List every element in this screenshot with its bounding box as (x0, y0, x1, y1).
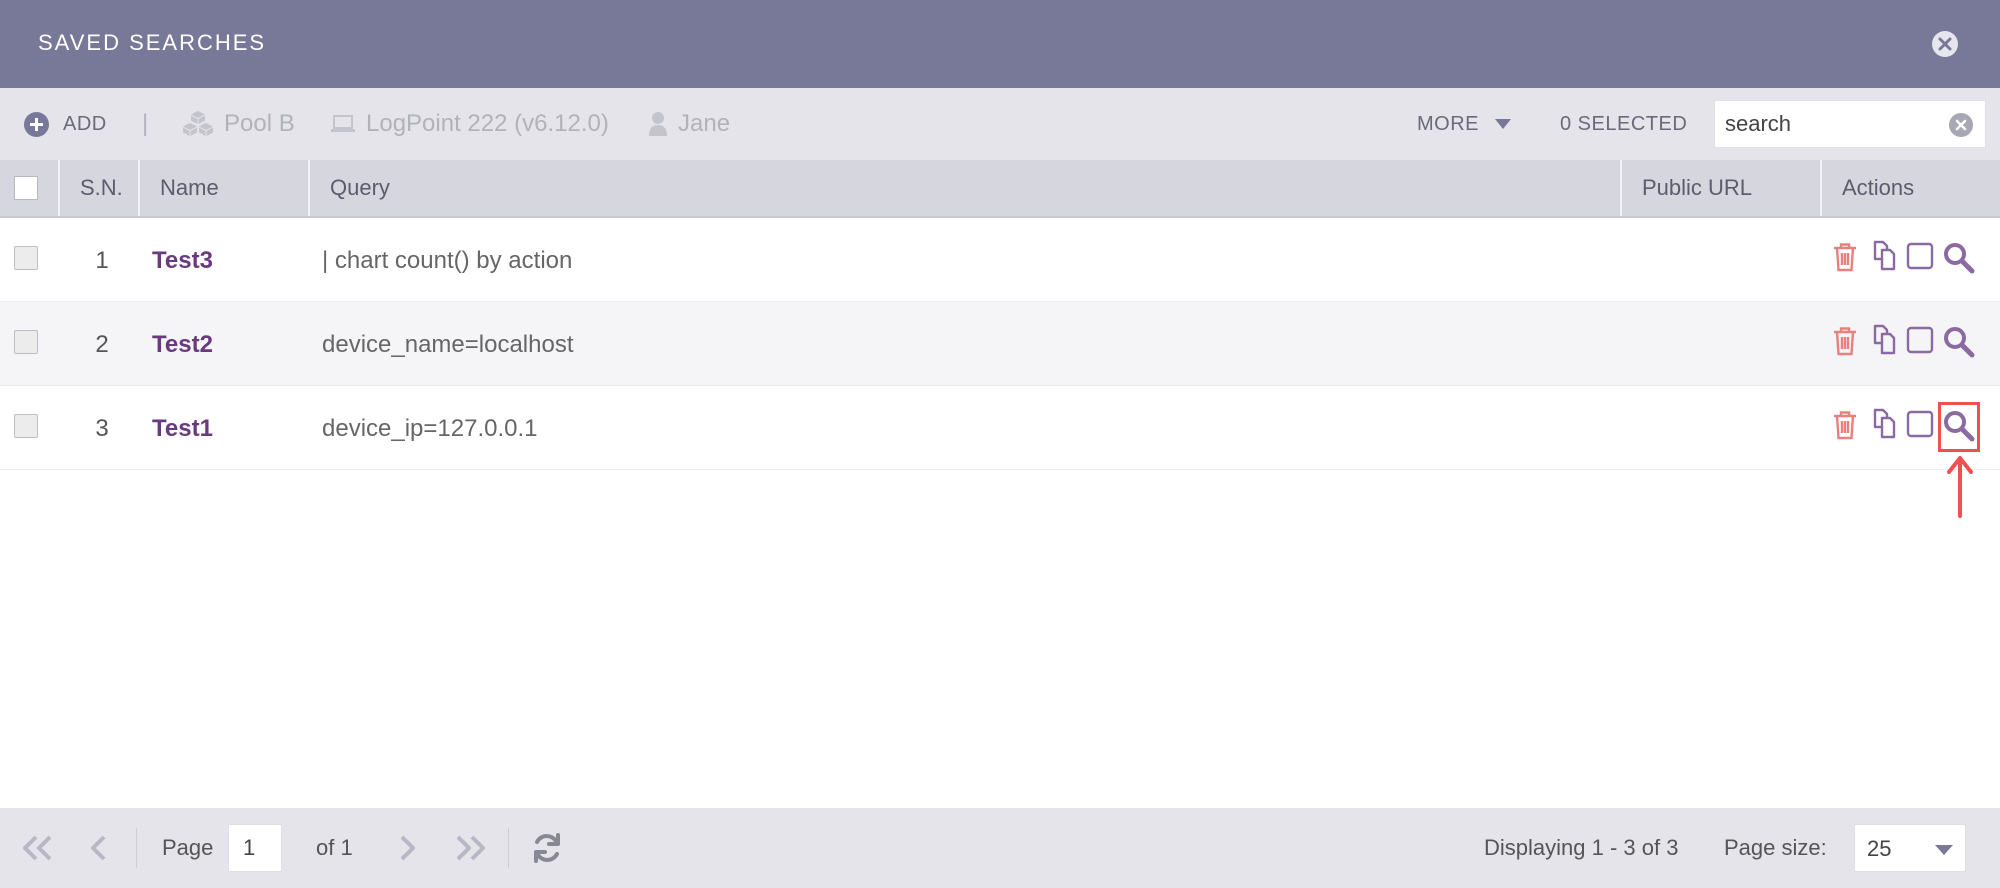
column-header-query[interactable]: Query (330, 160, 390, 216)
row-name-link[interactable]: Test2 (152, 331, 213, 359)
trash-icon[interactable] (1832, 242, 1858, 277)
cubes-icon (182, 110, 214, 138)
column-divider (1820, 160, 1822, 216)
more-label: MORE (1417, 112, 1479, 135)
table-row[interactable]: 2 Test2 device_name=localhost (0, 302, 2000, 386)
page-size-select[interactable]: 25 (1854, 824, 1966, 872)
row-query: device_name=localhost (322, 331, 574, 358)
column-header-actions: Actions (1842, 175, 1915, 200)
refresh-icon[interactable] (530, 808, 564, 888)
table-row[interactable]: 1 Test3 | chart count() by action (0, 218, 2000, 302)
caret-down-icon (1495, 119, 1511, 129)
laptop-icon (330, 113, 356, 135)
pagination-divider (136, 828, 137, 868)
row-sn: 3 (95, 415, 109, 442)
row-sn: 2 (95, 331, 109, 358)
double-chevron-left-icon[interactable] (20, 808, 56, 888)
row-checkbox[interactable] (14, 246, 38, 270)
page-label: Page (162, 835, 214, 860)
column-header-sn[interactable]: S.N. (80, 160, 123, 216)
page-number-input[interactable] (229, 825, 281, 871)
copy-icon[interactable] (1866, 324, 1900, 361)
arrow-up-icon (1947, 456, 1973, 518)
close-icon[interactable] (1932, 31, 1958, 57)
search-icon[interactable] (1942, 241, 1976, 280)
logpoint-label: LogPoint 222 (v6.12.0) (366, 110, 609, 137)
plus-circle-icon (24, 111, 49, 137)
table-row[interactable]: 3 Test1 device_ip=127.0.0.1 (0, 386, 2000, 470)
copy-icon[interactable] (1866, 240, 1900, 277)
square-icon[interactable] (1906, 326, 1934, 359)
search-icon[interactable] (1942, 325, 1976, 364)
clear-circle-icon[interactable] (1949, 113, 1973, 137)
add-button-label: ADD (63, 112, 107, 135)
row-sn: 1 (95, 247, 109, 274)
chevron-left-icon[interactable] (86, 808, 110, 888)
logpoint-filter[interactable]: LogPoint 222 (v6.12.0) (330, 88, 609, 160)
row-name-link[interactable]: Test1 (152, 415, 213, 443)
row-checkbox[interactable] (14, 414, 38, 438)
highlight-box (1938, 402, 1980, 452)
pagination-bar: Page of 1 Displaying 1 - 3 of 3 Page siz… (0, 808, 2000, 888)
page-number-box (228, 824, 282, 872)
displaying-info: Displaying 1 - 3 of 3 (1484, 835, 1679, 860)
dialog-title-bar: SAVED SEARCHES (0, 0, 2000, 88)
copy-icon[interactable] (1866, 408, 1900, 445)
toolbar: ADD | Pool B LogPoint 222 (v6.12.0) Jane… (0, 88, 2000, 160)
pool-label: Pool B (224, 110, 295, 137)
square-icon[interactable] (1906, 242, 1934, 275)
double-chevron-right-icon[interactable] (452, 808, 488, 888)
row-checkbox[interactable] (14, 330, 38, 354)
user-label: Jane (678, 110, 731, 137)
selected-count: 0 SELECTED (1560, 112, 1688, 135)
pagination-divider (508, 828, 509, 868)
table-header: S.N. Name Query Public URL Actions (0, 160, 2000, 218)
chevron-down-icon (1935, 845, 1953, 855)
row-query: device_ip=127.0.0.1 (322, 415, 538, 442)
search-input[interactable] (1725, 108, 1945, 140)
row-query: | chart count() by action (322, 247, 573, 274)
dialog-title: SAVED SEARCHES (38, 30, 267, 55)
column-divider (1620, 160, 1622, 216)
trash-icon[interactable] (1832, 410, 1858, 445)
search-box (1714, 100, 1986, 148)
column-divider (308, 160, 310, 216)
add-button[interactable]: ADD (24, 88, 107, 160)
row-name-link[interactable]: Test3 (152, 247, 213, 275)
toolbar-separator: | (142, 110, 149, 137)
column-divider (138, 160, 140, 216)
page-size-value: 25 (1867, 836, 1892, 861)
trash-icon[interactable] (1832, 326, 1858, 361)
page-size-label: Page size: (1724, 835, 1827, 860)
pool-filter[interactable]: Pool B (182, 88, 295, 160)
square-icon[interactable] (1906, 410, 1934, 443)
user-filter[interactable]: Jane (648, 88, 730, 160)
page-total-label: of 1 (316, 835, 353, 860)
column-header-name[interactable]: Name (160, 160, 219, 216)
more-dropdown[interactable]: MORE (1417, 88, 1511, 160)
column-divider (58, 160, 60, 216)
select-all-checkbox[interactable] (14, 176, 38, 200)
user-icon (648, 111, 668, 137)
chevron-right-icon[interactable] (396, 808, 420, 888)
column-header-public-url[interactable]: Public URL (1642, 160, 1752, 216)
